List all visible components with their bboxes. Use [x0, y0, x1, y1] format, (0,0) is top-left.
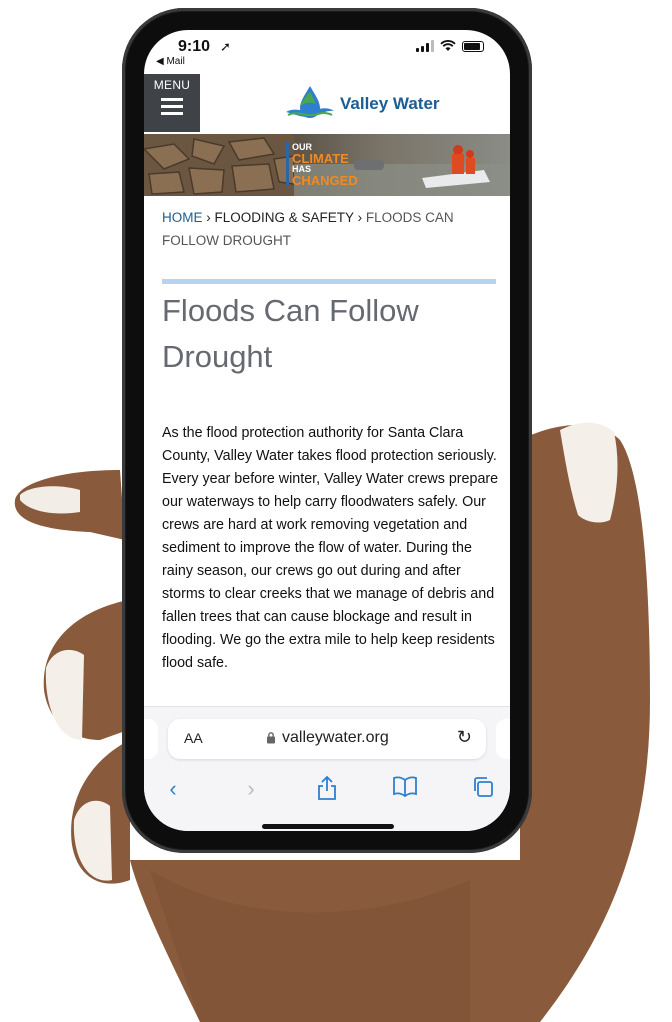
climate-banner[interactable]: OUR CLIMATE HAS CHANGED — [144, 134, 510, 196]
valley-water-logo[interactable]: Valley Water — [284, 84, 440, 124]
status-time: 9:10 — [178, 38, 211, 55]
browser-nav-row: ‹ › — [144, 771, 510, 807]
lock-icon — [267, 732, 275, 744]
back-icon[interactable]: ‹ — [158, 775, 188, 803]
banner-line-4: CHANGED — [292, 173, 358, 188]
previous-tab-peek[interactable] — [144, 719, 158, 759]
phone-screen: 9:10 ➚ ◀ Mail MENU Valley Water OUR CLIM… — [144, 30, 510, 831]
reload-icon[interactable]: ↻ — [457, 727, 472, 748]
status-icons — [416, 40, 484, 52]
article-body: As the flood protection authority for Sa… — [162, 425, 499, 671]
menu-button[interactable]: MENU — [144, 74, 200, 132]
page-title: Floods Can Follow Drought — [162, 293, 419, 374]
forward-icon[interactable]: › — [236, 775, 266, 803]
breadcrumb-separator: › — [206, 210, 211, 225]
breadcrumb: HOME › FLOODING & SAFETY › FLOODS CAN FO… — [162, 206, 492, 252]
share-icon[interactable] — [312, 775, 342, 803]
breadcrumb-section-link[interactable]: FLOODING & SAFETY — [215, 210, 354, 225]
breadcrumb-separator: › — [357, 210, 363, 225]
drought-image — [144, 134, 295, 196]
hamburger-icon — [161, 98, 183, 119]
browser-toolbar: AA valleywater.org ↻ ‹ › — [144, 706, 510, 831]
wifi-icon — [440, 40, 456, 51]
next-tab-peek[interactable] — [496, 719, 510, 759]
text-size-button[interactable]: AA — [184, 730, 203, 746]
logo-text: Valley Water — [340, 94, 440, 113]
banner-line-2: CLIMATE — [292, 151, 349, 166]
water-drop-logo-icon — [286, 86, 334, 118]
url-text[interactable]: valleywater.org — [282, 729, 389, 747]
phone-frame: 9:10 ➚ ◀ Mail MENU Valley Water OUR CLIM… — [122, 8, 532, 853]
breadcrumb-home-link[interactable]: HOME — [162, 210, 203, 225]
climate-message: OUR CLIMATE HAS CHANGED — [286, 142, 358, 188]
back-to-mail-link[interactable]: ◀ Mail — [156, 56, 185, 67]
battery-icon — [462, 40, 484, 52]
title-divider — [162, 279, 496, 284]
site-header: MENU Valley Water — [144, 74, 510, 132]
home-indicator[interactable] — [262, 824, 394, 829]
address-bar[interactable]: AA valleywater.org ↻ — [168, 719, 486, 759]
cellular-signal-icon — [416, 40, 434, 52]
location-arrow-icon: ➚ — [220, 39, 231, 54]
tabs-icon[interactable] — [468, 775, 498, 803]
status-bar: 9:10 ➚ ◀ Mail — [144, 30, 510, 72]
bookmarks-icon[interactable] — [390, 775, 420, 803]
menu-label: MENU — [153, 78, 191, 92]
